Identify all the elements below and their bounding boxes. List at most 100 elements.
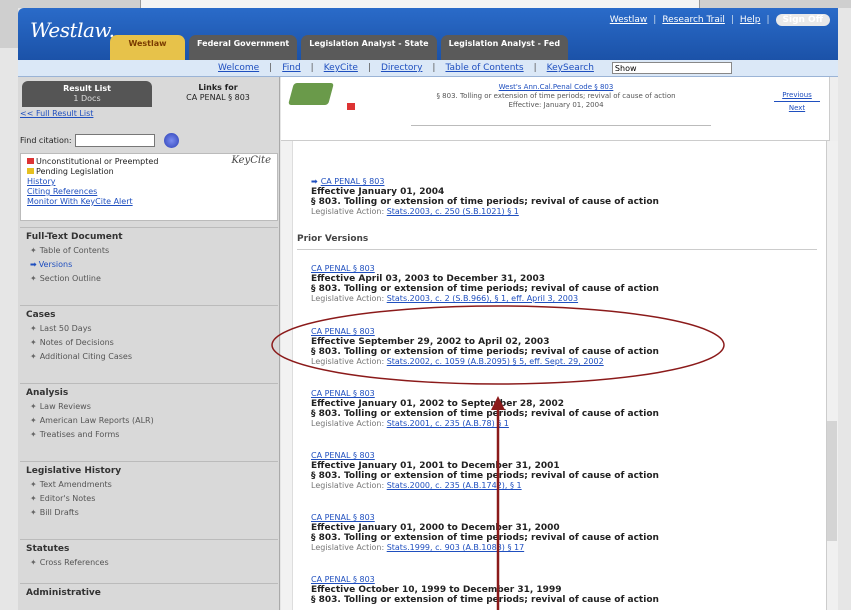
sidebar-item-treatises[interactable]: ✦ Treatises and Forms (30, 430, 272, 439)
subnav-table-of-contents[interactable]: Table of Contents (445, 63, 523, 73)
document-header: West's Ann.Cal.Penal Code § 803 § 803. T… (281, 77, 838, 141)
la-link[interactable]: Stats.1999, c. 903 (A.B.1083) § 17 (387, 543, 524, 552)
tab-westlaw[interactable]: Westlaw (110, 35, 185, 60)
keycite-unconstitutional-label: Unconstitutional or Preempted (36, 157, 159, 166)
section-full-text: Full-Text Document ✦ Table of Contents ➡ V… (20, 227, 278, 292)
show-select[interactable] (611, 62, 732, 74)
version-section: § 803. Tolling or extension of time peri… (311, 284, 659, 294)
version-cite-link[interactable]: CA PENAL § 803 (311, 264, 811, 274)
result-list-tab[interactable]: Result List 1 Docs (22, 81, 152, 107)
sidebar-item-editors-notes[interactable]: ✦ Editor's Notes (30, 494, 272, 503)
la-link[interactable]: Stats.2001, c. 235 (A.B.78) § 1 (387, 419, 509, 428)
section-title: Legislative History (26, 466, 122, 476)
subnav-welcome[interactable]: Welcome (218, 63, 259, 73)
westlaw-logo[interactable]: Westlaw. (30, 18, 115, 42)
separator: | (432, 63, 436, 73)
scroll-thumb[interactable] (827, 421, 837, 541)
subnav-keysearch[interactable]: KeySearch (547, 63, 594, 73)
version-legislative-action: Legislative Action: Stats.1999, c. 903 (… (311, 543, 811, 553)
item-label: Bill Drafts (39, 508, 79, 517)
previous-link[interactable]: Previous (774, 91, 820, 99)
current-version: ➡ CA PENAL § 803 Effective January 01, 20… (311, 177, 811, 217)
la-label: Legislative Action: (311, 543, 385, 552)
subnav-directory[interactable]: Directory (381, 63, 422, 73)
subnav-keycite[interactable]: KeyCite (324, 63, 358, 73)
subnav-find[interactable]: Find (282, 63, 300, 73)
sidebar-item-section-outline[interactable]: ✦ Section Outline (30, 274, 272, 283)
sidebar-item-additional-citing-cases[interactable]: ✦ Additional Citing Cases (30, 352, 272, 361)
red-flag-icon (27, 158, 34, 164)
version-effective: Effective October 10, 1999 to December 3… (311, 585, 562, 595)
help-link[interactable]: Help (740, 15, 761, 25)
go-button[interactable] (163, 133, 179, 148)
separator: | (310, 63, 314, 73)
prior-version: CA PENAL § 803 Effective January 01, 200… (311, 451, 811, 491)
version-cite-link[interactable]: CA PENAL § 803 (311, 389, 811, 399)
doc-title-link[interactable]: West's Ann.Cal.Penal Code § 803 (401, 83, 711, 92)
version-legislative-action: Legislative Action: Stats.2003, c. 250 (… (311, 207, 811, 217)
splitter[interactable] (281, 141, 293, 610)
section-title: Analysis (26, 388, 69, 398)
version-cite-link[interactable]: CA PENAL § 803 (321, 177, 385, 186)
sidebar-item-versions[interactable]: ➡ Versions (30, 260, 272, 269)
version-legislative-action: Legislative Action: Stats.2002, c. 1059 … (311, 357, 811, 367)
document-pane: West's Ann.Cal.Penal Code § 803 § 803. T… (281, 77, 838, 610)
header-scrollbar[interactable] (829, 77, 838, 141)
la-link[interactable]: Stats.2000, c. 235 (A.B.1742), § 1 (387, 481, 522, 490)
sidebar-item-alr[interactable]: ✦ American Law Reports (ALR) (30, 416, 272, 425)
item-label: Section Outline (39, 274, 101, 283)
bullet-icon: ✦ (30, 402, 37, 411)
sidebar-item-notes-of-decisions[interactable]: ✦ Notes of Decisions (30, 338, 272, 347)
version-cite-link[interactable]: CA PENAL § 803 (311, 327, 811, 337)
la-link[interactable]: Stats.2002, c. 1059 (A.B.2095) § 5, eff.… (387, 357, 604, 366)
tab-legislation-fed[interactable]: Legislation Analyst - Fed (440, 35, 569, 60)
version-effective: Effective September 29, 2002 to April 02… (311, 337, 550, 347)
keycite-citing-references-link[interactable]: Citing References (27, 187, 271, 197)
item-label: Editor's Notes (39, 494, 96, 503)
westlaw-link[interactable]: Westlaw (610, 15, 648, 25)
sidebar-item-text-amendments[interactable]: ✦ Text Amendments (30, 480, 272, 489)
version-section: § 803. Tolling or extension of time peri… (311, 347, 659, 357)
research-trail-link[interactable]: Research Trail (662, 15, 725, 25)
sidebar-item-law-reviews[interactable]: ✦ Law Reviews (30, 402, 272, 411)
tab-legislation-state[interactable]: Legislation Analyst - State (301, 35, 437, 60)
next-link[interactable]: Next (774, 104, 820, 112)
item-label: Table of Contents (39, 246, 110, 255)
sidebar-item-last-50-days[interactable]: ✦ Last 50 Days (30, 324, 272, 333)
version-section: § 803. Tolling or extension of time peri… (311, 471, 659, 481)
find-citation-input[interactable] (74, 134, 155, 147)
item-label: Law Reviews (39, 402, 91, 411)
full-result-list-link[interactable]: << Full Result List (20, 109, 93, 118)
version-cite-link[interactable]: CA PENAL § 803 (311, 513, 811, 523)
la-label: Legislative Action: (311, 207, 385, 216)
document-scrollbar[interactable] (826, 141, 838, 610)
tab-federal-government[interactable]: Federal Government (189, 35, 298, 60)
separator: | (533, 63, 537, 73)
prior-version: CA PENAL § 803 Effective January 01, 200… (311, 389, 811, 429)
bullet-icon: ✦ (30, 246, 37, 255)
la-label: Legislative Action: (311, 294, 385, 303)
keycite-monitor-link[interactable]: Monitor With KeyCite Alert (27, 197, 271, 207)
doc-title-effective: Effective: January 01, 2004 (508, 101, 604, 109)
sidebar-item-table-of-contents[interactable]: ✦ Table of Contents (30, 246, 272, 255)
sidebar-item-cross-references[interactable]: ✦ Cross References (30, 558, 272, 567)
find-citation-label: Find citation: (20, 136, 72, 145)
browser-address-area (140, 0, 700, 8)
version-legislative-action: Legislative Action: Stats.2001, c. 235 (… (311, 419, 811, 429)
top-links: Westlaw | Research Trail | Help | Sign O… (610, 14, 830, 26)
version-cite-link[interactable]: CA PENAL § 803 (311, 575, 811, 585)
section-title: Cases (26, 310, 56, 320)
version-section: § 803. Tolling or extension of time peri… (311, 197, 659, 207)
version-cite-link[interactable]: CA PENAL § 803 (311, 451, 811, 461)
keycite-history-link[interactable]: History (27, 177, 271, 187)
section-title: Full-Text Document (26, 232, 123, 242)
la-link[interactable]: Stats.2003, c. 250 (S.B.1021) § 1 (387, 207, 519, 216)
prior-version: CA PENAL § 803 Effective April 03, 2003 … (311, 264, 811, 304)
result-list-count: 1 Docs (73, 94, 101, 103)
divider (411, 125, 711, 126)
la-link[interactable]: Stats.2003, c. 2 (S.B.966), § 1, eff. Ap… (387, 294, 578, 303)
sidebar-item-bill-drafts[interactable]: ✦ Bill Drafts (30, 508, 272, 517)
item-label: Cross References (39, 558, 109, 567)
sign-off-button[interactable]: Sign Off (775, 14, 830, 26)
bullet-icon: ✦ (30, 416, 37, 425)
